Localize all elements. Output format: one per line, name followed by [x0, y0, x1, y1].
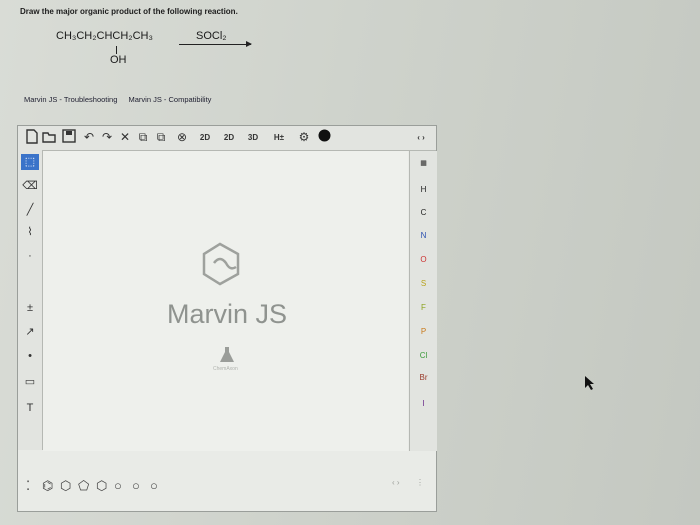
charge-icon[interactable]: ±	[21, 300, 39, 316]
hydrogen-toggle-icon[interactable]: H±	[268, 129, 290, 146]
marvin-logo-icon	[202, 242, 240, 286]
chain-icon[interactable]: ⌇	[21, 224, 39, 240]
scroll-arrows-icon[interactable]: ‹ ›	[392, 478, 400, 487]
rectangle-icon[interactable]: ▭	[21, 374, 39, 390]
zoom-icon[interactable]: ⊗	[175, 129, 189, 146]
undo-icon[interactable]: ↶	[82, 129, 96, 146]
clean-3d-icon[interactable]: 3D	[242, 129, 264, 146]
copy-icon[interactable]: ⧉	[136, 129, 150, 146]
drawing-canvas[interactable]: Marvin JS ChemAxon	[43, 151, 408, 451]
element-s[interactable]: S	[410, 279, 437, 288]
select-icon[interactable]: ⬚	[21, 154, 39, 170]
element-h[interactable]: H	[410, 185, 437, 194]
bottom-toolbar: ⁚ ⌬ ⬡ ⬠ ⬡ ○ ○ ○ ‹ › ⋮	[18, 466, 436, 506]
settings-gear-icon[interactable]: ⚙	[296, 129, 312, 146]
expand-toggle[interactable]: ‹ ›	[410, 129, 432, 146]
clear-icon[interactable]: ✕	[118, 129, 132, 146]
info-icon[interactable]	[316, 129, 332, 146]
template-benzene-icon[interactable]: ⌬	[42, 478, 53, 494]
element-br[interactable]: Br	[410, 373, 437, 382]
top-toolbar: ↶ ↷ ✕ ⧉ ⧉ ⊗ 2D 2D 3D H± ⚙ ‹ ›	[18, 126, 436, 151]
element-i[interactable]: I	[410, 399, 437, 408]
template-heptane-icon[interactable]: ○	[114, 478, 122, 493]
dot-icon[interactable]: ·	[21, 248, 39, 264]
save-icon[interactable]	[62, 129, 76, 146]
reagent-formula: SOCl₂	[196, 30, 227, 42]
reactant-formula: CH₃CH₂CHCH₂CH₃	[56, 30, 153, 42]
more-templates-icon[interactable]: ⁚	[26, 478, 30, 494]
clean-2d-icon[interactable]: 2D	[194, 129, 216, 146]
paste-icon[interactable]: ⧉	[154, 129, 168, 146]
element-p[interactable]: P	[410, 327, 437, 336]
vertical-scroll-icon[interactable]: ⋮	[416, 478, 424, 487]
reaction-arrow	[179, 41, 252, 47]
oh-substituent: OH	[110, 54, 127, 66]
text-icon[interactable]: T	[21, 400, 39, 416]
element-f[interactable]: F	[410, 303, 437, 312]
electron-dot-icon[interactable]: •	[21, 348, 39, 364]
erase-icon[interactable]: ⌫	[21, 178, 39, 194]
marvin-editor: ↶ ↷ ✕ ⧉ ⧉ ⊗ 2D 2D 3D H± ⚙ ‹ › ⬚ ⌫ ╱ ⌇ · …	[17, 125, 437, 512]
new-document-icon[interactable]	[24, 129, 38, 146]
chemaxon-brand: ChemAxon	[213, 366, 238, 372]
template-cyclopentane-icon[interactable]: ⬠	[78, 478, 89, 494]
redo-icon[interactable]: ↷	[100, 129, 114, 146]
arrow-icon[interactable]: ↗	[21, 324, 39, 340]
open-icon[interactable]	[42, 129, 56, 146]
template-ring-icon[interactable]: ○	[150, 478, 158, 493]
mouse-cursor-icon	[585, 376, 594, 390]
template-cyclohexane-icon[interactable]: ⬡	[60, 478, 71, 494]
element-o[interactable]: O	[410, 255, 437, 264]
chemaxon-flask-icon	[220, 347, 234, 362]
element-c[interactable]: C	[410, 208, 437, 217]
marvin-logo-text: Marvin JS	[167, 299, 288, 329]
oh-bond	[116, 46, 117, 54]
element-cl[interactable]: Cl	[410, 351, 437, 360]
periodic-table-icon[interactable]: ▦	[410, 159, 437, 167]
element-n[interactable]: N	[410, 231, 437, 240]
stereo-2d-icon[interactable]: 2D	[218, 129, 240, 146]
help-links: Marvin JS - Troubleshooting Marvin JS - …	[24, 95, 220, 104]
single-bond-icon[interactable]: ╱	[21, 202, 39, 218]
left-toolbar: ⬚ ⌫ ╱ ⌇ · ± ↗ • ▭ T	[18, 150, 43, 450]
troubleshooting-link[interactable]: Marvin JS - Troubleshooting	[24, 95, 117, 104]
element-palette: ▦ H C N O S F P Cl Br I	[409, 151, 437, 451]
question-text: Draw the major organic product of the fo…	[20, 7, 238, 16]
template-octane-icon[interactable]: ○	[132, 478, 140, 493]
compatibility-link[interactable]: Marvin JS - Compatibility	[128, 95, 211, 104]
template-cyclohexene-icon[interactable]: ⬡	[96, 478, 107, 494]
